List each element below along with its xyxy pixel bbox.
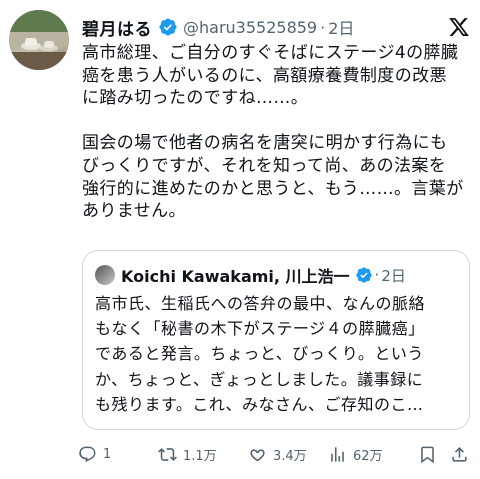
retweet-button[interactable]: 1.1万 — [158, 445, 217, 464]
views-button[interactable]: 62万 — [328, 445, 383, 464]
share-button[interactable] — [450, 445, 469, 464]
views-icon — [331, 446, 344, 462]
quoted-tweet[interactable]: Koichi Kawakami, 川上浩一 · 2日 高市氏、生稲氏への答弁の最… — [82, 250, 470, 430]
x-logo-icon[interactable] — [448, 16, 470, 38]
author-avatar[interactable] — [9, 10, 69, 70]
tweet-actions: 1 1.1万 3.4万 62万 — [78, 442, 476, 466]
quoted-author-avatar — [95, 265, 115, 285]
reply-button[interactable]: 1 — [78, 445, 111, 464]
tweet-timestamp[interactable]: 2日 — [328, 15, 354, 39]
tweet-header: 碧月はる @haru35525859 · 2日 — [82, 14, 470, 40]
like-button[interactable]: 3.4万 — [248, 445, 307, 464]
view-count: 62万 — [353, 448, 383, 464]
author-handle[interactable]: @haru35525859 — [183, 18, 317, 37]
retweet-icon — [158, 447, 177, 461]
author-name[interactable]: 碧月はる — [82, 15, 152, 40]
like-count: 3.4万 — [273, 448, 307, 464]
share-icon — [452, 446, 467, 462]
bookmark-icon — [421, 446, 434, 463]
verified-badge-icon — [159, 18, 177, 36]
tweet-text: 高市総理、ご自分のすぐそばにステージ4の膵臓 癌を患う人がいるのに、高額療養費制… — [82, 43, 464, 222]
separator-dot: · — [374, 266, 380, 284]
verified-badge-icon — [355, 267, 372, 283]
quoted-tweet-header: Koichi Kawakami, 川上浩一 · 2日 — [95, 263, 406, 287]
reply-icon — [79, 446, 96, 462]
reply-count: 1 — [103, 446, 112, 462]
quoted-tweet-text: 高市氏、生稲氏への答弁の最中、なんの脈絡 もなく「秘書の木下がステージ４の膵臓癌… — [95, 294, 426, 414]
like-icon — [250, 448, 265, 461]
quoted-author-name: Koichi Kawakami, 川上浩一 — [121, 267, 350, 286]
retweet-count: 1.1万 — [183, 448, 217, 464]
separator-dot: · — [320, 17, 326, 37]
quoted-tweet-timestamp: 2日 — [381, 266, 406, 285]
bookmark-button[interactable] — [418, 445, 437, 464]
